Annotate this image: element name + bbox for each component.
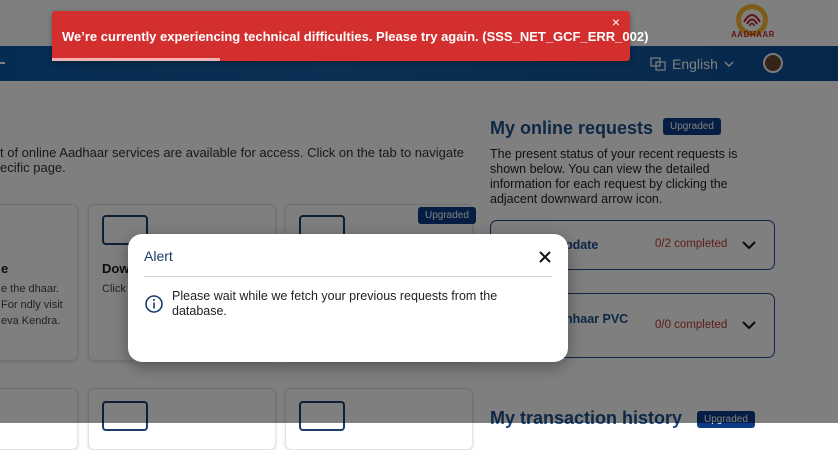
modal-message: Please wait while we fetch your previous… bbox=[172, 289, 498, 318]
toast-close-icon[interactable]: × bbox=[609, 15, 623, 29]
info-icon bbox=[145, 295, 163, 313]
modal-title: Alert bbox=[144, 248, 173, 264]
toast-progress-bar bbox=[52, 58, 220, 61]
close-icon[interactable] bbox=[536, 248, 554, 266]
toast-message: We’re currently experiencing technical d… bbox=[62, 29, 649, 44]
alert-modal: Alert Please wait while we fetch your pr… bbox=[128, 234, 568, 362]
modal-divider bbox=[144, 276, 552, 277]
error-toast: We’re currently experiencing technical d… bbox=[52, 11, 648, 61]
